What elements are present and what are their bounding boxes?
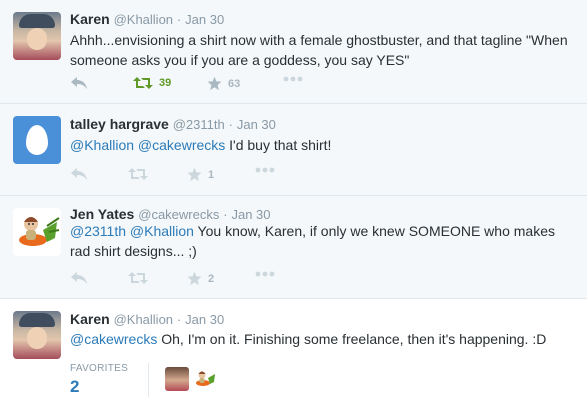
tweet-4[interactable]: Karen @Khallion · Jan 30 @cakewrecks Oh,… (0, 299, 587, 412)
favorite-button[interactable]: 1 (187, 167, 214, 182)
tweet-1[interactable]: Karen @Khallion · Jan 30 Ahhh...envision… (0, 0, 587, 103)
tweet-header: Karen @Khallion · Jan 30 (70, 311, 224, 327)
tweet-date[interactable]: Jan 30 (185, 12, 224, 27)
avatar[interactable] (13, 116, 61, 164)
reply-button[interactable] (70, 167, 88, 181)
tweet-text: Ahhh...envisioning a shirt now with a fe… (70, 30, 575, 70)
reply-icon (71, 77, 87, 89)
mention-link[interactable]: @Khallion (70, 137, 134, 153)
favorites-divider (148, 363, 149, 397)
tweet-text-line: Ahhh...envisioning a shirt now with a fe… (70, 32, 568, 48)
avatar[interactable] (13, 12, 61, 60)
default-egg-icon (26, 125, 48, 155)
favorite-button[interactable]: 2 (187, 271, 214, 286)
separator-dot: · (176, 312, 182, 327)
favorites-count[interactable]: 2 (70, 377, 79, 397)
mention-link[interactable]: @2311th (70, 223, 126, 239)
author-name[interactable]: Jen Yates (70, 206, 134, 222)
favorites-label: FAVORITES (70, 363, 129, 374)
author-name[interactable]: Karen (70, 311, 110, 327)
tweet-3[interactable]: Jen Yates @cakewrecks · Jan 30 @2311th @… (0, 196, 587, 298)
avatar[interactable] (13, 311, 61, 359)
author-handle[interactable]: @Khallion (114, 312, 173, 327)
author-handle[interactable]: @cakewrecks (138, 207, 219, 222)
tweet-text: @2311th @Khallion You know, Karen, if on… (70, 221, 575, 261)
tweet-text-body: I'd buy that shirt! (225, 137, 332, 153)
more-icon (255, 167, 275, 173)
tweet-text-line: You know, Karen, if only we knew SOMEONE… (193, 223, 555, 239)
author-handle[interactable]: @2311th (173, 117, 225, 132)
favoriter-avatar[interactable] (193, 367, 217, 391)
reply-button[interactable] (70, 271, 88, 285)
tweet-text-line: rad shirt designs... ;) (70, 243, 197, 259)
star-icon (187, 271, 202, 286)
cake-character-icon (19, 217, 60, 246)
tweet-date[interactable]: Jan 30 (185, 312, 224, 327)
mention-link[interactable]: @cakewrecks (70, 331, 157, 347)
separator-dot: · (228, 117, 233, 132)
retweet-button[interactable]: 39 (133, 76, 171, 90)
tweet-header: Karen @Khallion · Jan 30 (70, 11, 224, 27)
favorite-button[interactable]: 63 (207, 76, 240, 91)
tweet-text: @cakewrecks Oh, I'm on it. Finishing som… (70, 329, 575, 349)
favorite-count: 1 (208, 168, 215, 181)
tweet-date[interactable]: Jan 30 (237, 117, 276, 132)
more-button[interactable] (283, 76, 303, 82)
favorite-count: 63 (228, 77, 241, 90)
avatar[interactable] (13, 208, 61, 256)
star-icon (207, 76, 222, 91)
tweet-header: Jen Yates @cakewrecks · Jan 30 (70, 206, 271, 222)
reply-icon (71, 272, 87, 284)
tweet-text-body: Oh, I'm on it. Finishing some freelance,… (157, 331, 547, 347)
reply-icon (71, 168, 87, 180)
tweet-2[interactable]: talley hargrave @2311th · Jan 30 @Khalli… (0, 104, 587, 195)
separator-dot: · (176, 12, 182, 27)
mention-link[interactable]: @Khallion (130, 223, 194, 239)
author-name[interactable]: Karen (70, 11, 110, 27)
retweet-icon (133, 77, 153, 89)
favoriter-avatar[interactable] (165, 367, 189, 391)
author-handle[interactable]: @Khallion (114, 12, 173, 27)
retweet-icon (128, 168, 148, 180)
more-button[interactable] (255, 167, 275, 173)
retweet-button[interactable] (128, 167, 148, 181)
tweet-text-line: someone asks you if you are a goddess, y… (70, 52, 410, 68)
tweet-text: @Khallion @cakewrecks I'd buy that shirt… (70, 135, 575, 155)
more-icon (283, 76, 303, 82)
author-name[interactable]: talley hargrave (70, 116, 169, 132)
more-icon (255, 271, 275, 277)
retweet-button[interactable] (128, 271, 148, 285)
favorite-count: 2 (208, 272, 215, 285)
cake-character-icon (196, 371, 215, 386)
tweet-header: talley hargrave @2311th · Jan 30 (70, 116, 276, 132)
reply-button[interactable] (70, 76, 88, 90)
separator-dot: · (223, 207, 228, 222)
more-button[interactable] (255, 271, 275, 277)
tweet-date[interactable]: Jan 30 (231, 207, 270, 222)
mention-link[interactable]: @cakewrecks (138, 137, 225, 153)
star-icon (187, 167, 202, 182)
retweet-count: 39 (159, 77, 172, 89)
retweet-icon (128, 272, 148, 284)
